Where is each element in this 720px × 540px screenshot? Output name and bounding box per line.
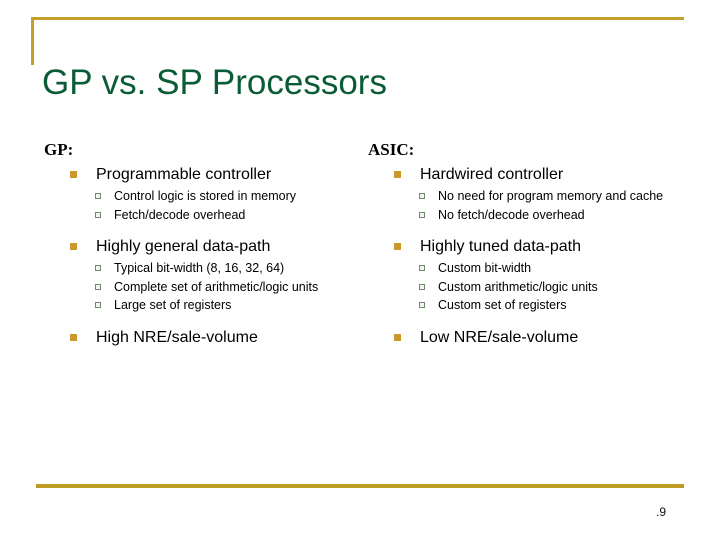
hollow-square-bullet-icon [95,265,101,271]
bullet-level1: Highly general data-path [44,236,374,257]
hollow-square-bullet-icon [419,302,425,308]
square-bullet-icon [70,243,77,250]
hollow-square-bullet-icon [95,211,101,218]
bullet-group: Hardwired controller No need for program… [368,164,708,223]
bullet-level1-label: Low NRE/sale-volume [420,328,579,346]
square-bullet-icon [70,171,77,178]
right-column: ASIC: Hardwired controller No need for p… [368,140,708,348]
bullet-level2: Custom bit-width [368,261,708,277]
square-bullet-icon [394,333,401,341]
hollow-square-bullet-icon [95,302,101,308]
sub-bullet-list: Control logic is stored in memory Fetch/… [44,189,374,223]
bullet-level2-label: Fetch/decode overhead [114,207,246,222]
bullet-group: Highly general data-path Typical bit-wid… [44,236,374,314]
bullet-level2: Large set of registers [44,298,374,314]
bullet-group: Low NRE/sale-volume [368,327,708,348]
bullet-level2-label: Control logic is stored in memory [114,189,297,203]
bullet-group: Programmable controller Control logic is… [44,164,374,223]
slide-number: .9 [656,505,667,519]
bullet-level2: Complete set of arithmetic/logic units [44,280,374,296]
square-bullet-icon [394,171,401,178]
hollow-square-bullet-icon [419,265,425,271]
bullet-group: Highly tuned data-path Custom bit-width … [368,236,708,314]
bullet-level1: High NRE/sale-volume [44,327,374,348]
bullet-level1: Programmable controller [44,164,374,185]
left-border-rule [31,17,34,65]
sub-bullet-list: Custom bit-width Custom arithmetic/logic… [368,261,708,314]
hollow-square-bullet-icon [95,193,101,199]
bullet-level2-label: No need for program memory and cache [438,189,664,203]
bullet-level2-label: Custom bit-width [438,261,532,275]
bullet-level2-label: Custom arithmetic/logic units [438,279,598,294]
bullet-level2-label: Complete set of arithmetic/logic units [114,279,319,294]
right-column-heading: ASIC: [368,140,415,159]
bottom-border-rule [36,484,684,488]
top-border-rule [31,17,684,20]
bullet-level2-label: Typical bit-width (8, 16, 32, 64) [114,261,285,275]
bullet-level2: Custom arithmetic/logic units [368,280,708,296]
hollow-square-bullet-icon [419,211,425,218]
bullet-level2-label: Custom set of registers [438,298,567,312]
bullet-level2: Control logic is stored in memory [44,189,374,205]
bullet-level2-label: No fetch/decode overhead [438,207,585,222]
bullet-level1-label: Programmable controller [96,166,272,183]
square-bullet-icon [394,243,401,250]
sub-bullet-list: No need for program memory and cache No … [368,189,708,223]
bullet-level2: No need for program memory and cache [368,189,708,205]
bullet-level1: Highly tuned data-path [368,236,708,257]
hollow-square-bullet-icon [95,283,101,290]
bullet-level2-label: Large set of registers [114,298,232,312]
bullet-level1-label: Highly general data-path [96,238,271,255]
hollow-square-bullet-icon [419,193,425,199]
bullet-level2: Fetch/decode overhead [44,208,374,224]
bullet-level1-label: Highly tuned data-path [420,238,581,255]
bullet-group: High NRE/sale-volume [44,327,374,348]
bullet-level2: No fetch/decode overhead [368,208,708,224]
bullet-level1-label: Hardwired controller [420,166,564,183]
page-title: GP vs. SP Processors [42,63,387,102]
left-column-heading: GP: [44,140,74,159]
bullet-level2: Custom set of registers [368,298,708,314]
hollow-square-bullet-icon [419,283,425,290]
square-bullet-icon [70,333,77,341]
sub-bullet-list: Typical bit-width (8, 16, 32, 64) Comple… [44,261,374,314]
bullet-level2: Typical bit-width (8, 16, 32, 64) [44,261,374,277]
bullet-level1: Hardwired controller [368,164,708,185]
bullet-level1-label: High NRE/sale-volume [96,328,258,346]
bullet-level1: Low NRE/sale-volume [368,327,708,348]
left-column: GP: Programmable controller Control logi… [44,140,374,348]
